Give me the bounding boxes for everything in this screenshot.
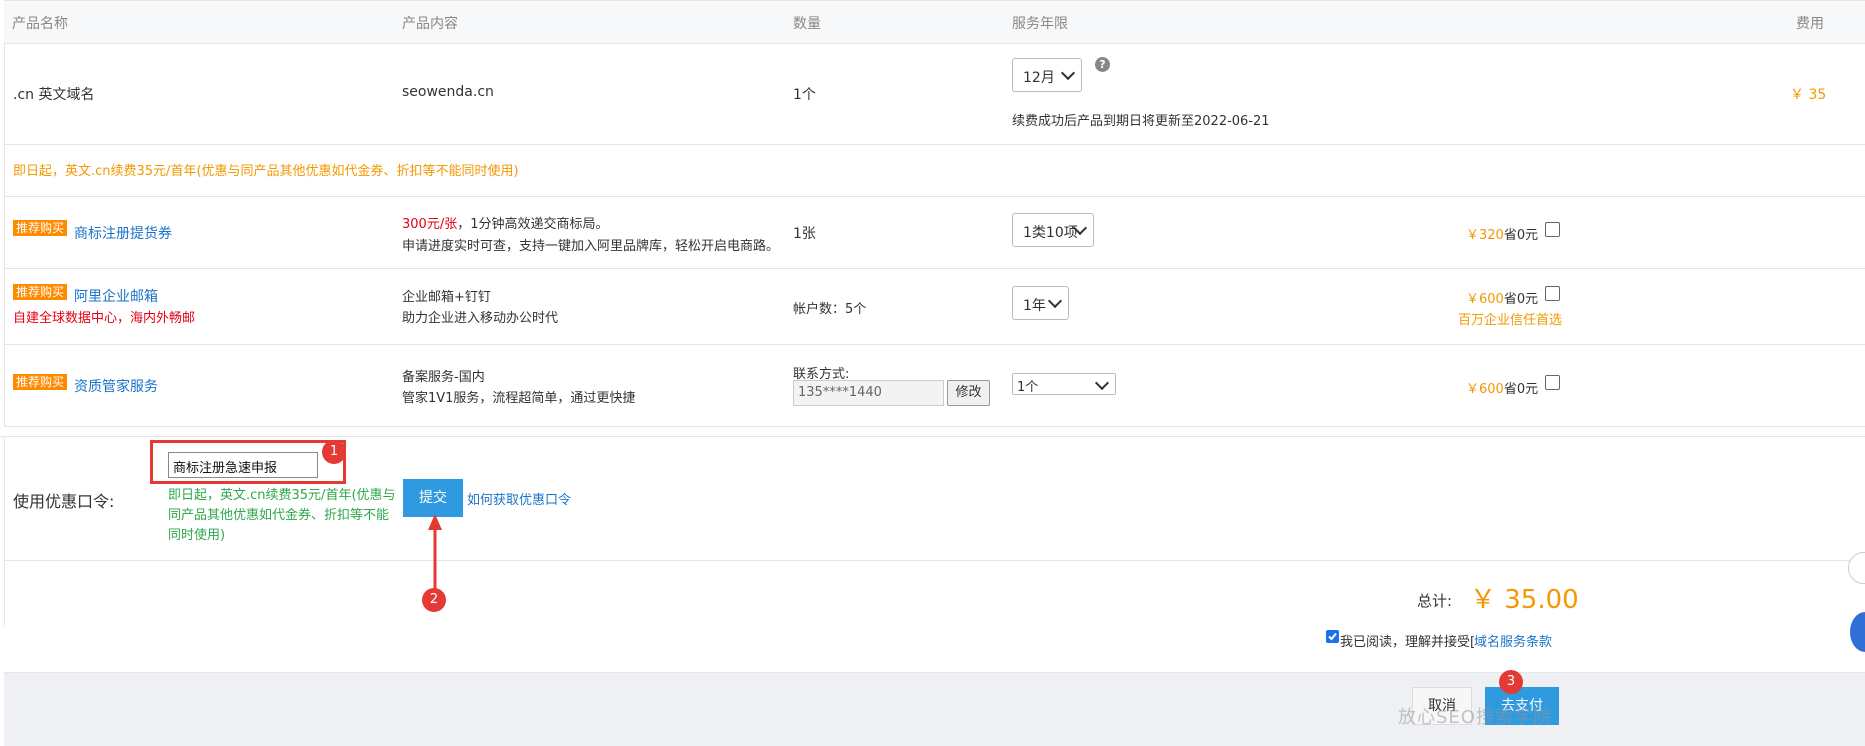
recommend-tag: 推荐购买 xyxy=(13,284,68,300)
coupon-label: 使用优惠口令: xyxy=(13,492,115,511)
addon-content-line2: 申请进度实时可查，支持一键加入阿里品牌库，轻松开启电商路。 xyxy=(402,239,780,254)
addon-price: ￥600 xyxy=(1466,382,1504,397)
watermark: 放心SEO搜索学院 xyxy=(1398,707,1552,728)
how-to-get-coupon-link[interactable]: 如何获取优惠口令 xyxy=(467,489,571,508)
addon-note-email: 百万企业信任首选 xyxy=(1458,313,1563,328)
price-highlight: 300元/张 xyxy=(402,217,458,232)
addon-qty: 1张 xyxy=(793,226,816,242)
addon-qty: 帐户数：5个 xyxy=(793,302,867,317)
domain-term-select[interactable]: 12月 xyxy=(1012,58,1082,92)
email-term-select[interactable]: 1年 xyxy=(1012,286,1069,320)
trademark-term-value: 1类10项 xyxy=(1023,225,1078,241)
col-header-name: 产品名称 xyxy=(12,16,68,32)
annotation-arrow-icon xyxy=(428,514,442,593)
addon-content-rest: ，1分钟高效递交商标局。 xyxy=(457,217,609,232)
annotation-badge-1: 1 xyxy=(322,440,346,464)
total-value: ￥ 35.00 xyxy=(1470,585,1579,615)
domain-expiry-note: 续费成功后产品到期日将更新至2022-06-21 xyxy=(1012,114,1270,129)
divider xyxy=(4,268,1865,269)
annotation-badge-3: 3 xyxy=(1499,670,1523,694)
email-term-value: 1年 xyxy=(1023,298,1046,314)
agree-checkbox[interactable] xyxy=(1326,630,1339,643)
footer-bar: 取消 去支付 放心SEO搜索学院 xyxy=(4,672,1865,746)
terms-link[interactable]: 域名服务条款 xyxy=(1474,631,1552,650)
addon-content-line1: 300元/张，1分钟高效递交商标局。 xyxy=(402,213,608,232)
section-gap xyxy=(0,427,1865,437)
addon-name-qualification[interactable]: 资质管家服务 xyxy=(74,376,158,396)
domain-fee: ￥ 35 xyxy=(1790,87,1827,103)
col-header-content: 产品内容 xyxy=(402,16,458,32)
coupon-note-line3: 同时使用) xyxy=(168,528,226,543)
addon-save: 省0元 xyxy=(1503,228,1539,243)
agree-text: 我已阅读，理解并接受[ xyxy=(1340,635,1476,650)
order-table-frame xyxy=(4,0,1865,627)
help-icon[interactable]: ? xyxy=(1095,57,1110,72)
edit-contact-button[interactable]: 修改 xyxy=(947,380,990,406)
addon-name-trademark[interactable]: 商标注册提货券 xyxy=(74,223,172,243)
contact-value: 135****1440 xyxy=(798,385,882,400)
addon-price-block: ￥600省0元 xyxy=(1466,378,1538,397)
divider xyxy=(4,144,1865,145)
domain-content: seowenda.cn xyxy=(402,84,494,100)
coupon-note-line2: 同产品其他优惠如代金券、折扣等不能 xyxy=(168,508,390,523)
addon-content-line2: 助力企业进入移动办公时代 xyxy=(402,311,559,326)
coupon-note-line1: 即日起，英文.cn续费35元/首年(优惠与 xyxy=(168,488,396,503)
check-icon xyxy=(1328,632,1337,641)
addon-checkbox-trademark[interactable] xyxy=(1545,222,1560,237)
col-header-qty: 数量 xyxy=(793,16,821,32)
col-header-fee: 费用 xyxy=(1796,16,1824,32)
col-header-term: 服务年限 xyxy=(1012,16,1068,32)
addon-name-email[interactable]: 阿里企业邮箱 xyxy=(74,286,158,306)
addon-checkbox-email[interactable] xyxy=(1545,286,1560,301)
addon-save: 省0元 xyxy=(1503,292,1539,307)
total-label: 总计: xyxy=(1417,592,1453,610)
addon-price-block: ￥320省0元 xyxy=(1466,224,1538,243)
divider xyxy=(4,344,1865,345)
annotation-badge-2: 2 xyxy=(422,588,446,612)
chevron-down-icon xyxy=(1094,375,1110,391)
chevron-down-icon xyxy=(1060,65,1076,81)
addon-price: ￥600 xyxy=(1466,292,1504,307)
divider xyxy=(4,196,1865,197)
contact-input[interactable]: 135****1440 xyxy=(793,380,944,406)
addon-content-line1: 企业邮箱+钉钉 xyxy=(402,290,491,305)
addon-content-line1: 备案服务-国内 xyxy=(402,370,485,385)
trademark-term-select[interactable]: 1类10项 xyxy=(1012,213,1094,247)
recommend-tag: 推荐购买 xyxy=(13,220,68,236)
domain-product-name: .cn 英文域名 xyxy=(13,87,95,103)
divider xyxy=(4,560,1865,561)
addon-content-line2: 管家1V1服务，流程超简单，通过更快捷 xyxy=(402,391,636,406)
table-header: 产品名称 产品内容 数量 服务年限 费用 xyxy=(4,0,1865,44)
recommend-tag: 推荐购买 xyxy=(13,374,68,390)
chevron-down-icon xyxy=(1047,293,1063,309)
addon-subtitle-email: 自建全球数据中心，海内外畅邮 xyxy=(13,311,196,326)
qualification-term-value: 1个 xyxy=(1017,380,1039,395)
promo-notice: 即日起，英文.cn续费35元/首年(优惠与同产品其他优惠如代金券、折扣等不能同时… xyxy=(13,164,519,179)
annotation-highlight-box xyxy=(150,440,346,484)
qualification-term-select[interactable]: 1个 xyxy=(1012,373,1116,395)
addon-save: 省0元 xyxy=(1503,382,1539,397)
domain-qty: 1个 xyxy=(793,87,816,103)
addon-checkbox-qualification[interactable] xyxy=(1545,375,1560,390)
addon-price: ￥320 xyxy=(1466,228,1504,243)
addon-price-block: ￥600省0元 xyxy=(1466,288,1538,307)
domain-term-value: 12月 xyxy=(1023,70,1055,86)
